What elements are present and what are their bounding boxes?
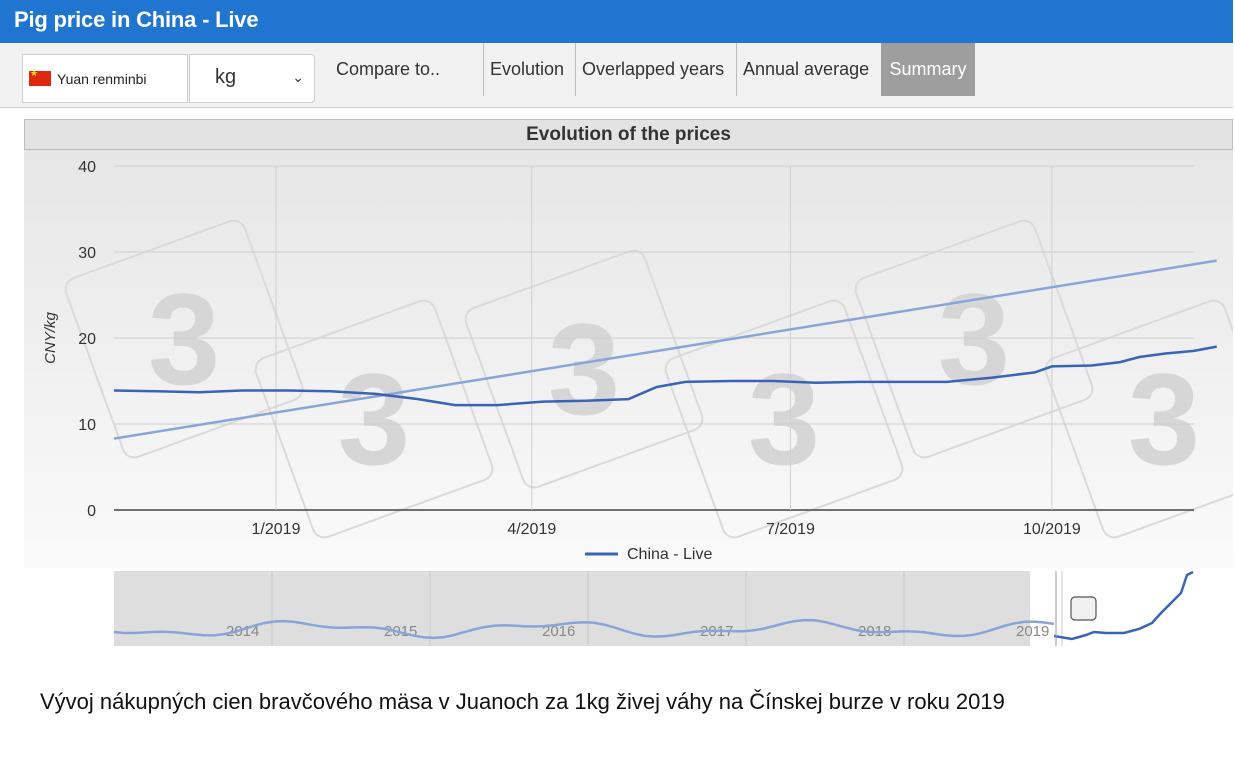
x-tick-label: 7/2019	[766, 521, 815, 538]
chart-container: Evolution of the prices 333333 0 10 20 30 40…	[24, 119, 1233, 669]
divider	[736, 43, 737, 96]
page-title: Pig price in China - Live	[14, 7, 259, 32]
app-header: Pig price in China - Live	[0, 0, 1233, 43]
y-axis-label: CNY/kg	[42, 312, 59, 364]
tab-annual-average[interactable]: Annual average	[743, 43, 869, 96]
figure-caption: Vývoj nákupných cien bravčového mäsa v J…	[40, 689, 1005, 714]
y-tick-label: 20	[78, 331, 96, 348]
y-tick-label: 10	[78, 417, 96, 434]
y-tick-label: 0	[87, 503, 96, 520]
price-chart: 33 3 333 010203040 1/2019 4/2019 7/2019 10/20…	[24, 150, 1233, 646]
watermark-glyph: 3	[938, 266, 1010, 412]
unit-select[interactable]: kg ⌄	[189, 54, 315, 103]
legend-label: China - Live	[627, 546, 712, 563]
y-tick-label: 30	[78, 245, 96, 262]
china-flag-icon: ★	[29, 68, 51, 86]
watermark-glyph: 3	[548, 296, 620, 442]
x-tick-label: 10/2019	[1023, 521, 1081, 538]
tab-overlapped-years[interactable]: Overlapped years	[582, 43, 724, 96]
x-tick-label: 4/2019	[507, 521, 556, 538]
watermark-glyph: 3	[338, 346, 410, 492]
currency-label: Yuan renminbi	[57, 71, 147, 87]
navigator-handle[interactable]	[1070, 596, 1097, 621]
watermark-glyph: 3	[1128, 346, 1200, 492]
divider	[483, 43, 484, 96]
x-tick-label: 1/2019	[252, 521, 301, 538]
y-tick-label: 40	[78, 159, 96, 176]
unit-value: kg	[215, 66, 237, 88]
divider	[575, 43, 576, 96]
toolbar: ★ Yuan renminbi kg ⌄ Compare to.. Evolut…	[0, 43, 1233, 108]
tab-evolution[interactable]: Evolution	[490, 43, 564, 96]
watermark-glyph: 3	[748, 346, 820, 492]
chevron-down-icon: ⌄	[292, 69, 304, 85]
navigator-year-label: 2019	[1016, 623, 1049, 640]
tab-summary[interactable]: Summary	[881, 43, 975, 96]
currency-selector[interactable]: ★ Yuan renminbi	[22, 54, 188, 103]
compare-button[interactable]: Compare to..	[336, 43, 440, 96]
